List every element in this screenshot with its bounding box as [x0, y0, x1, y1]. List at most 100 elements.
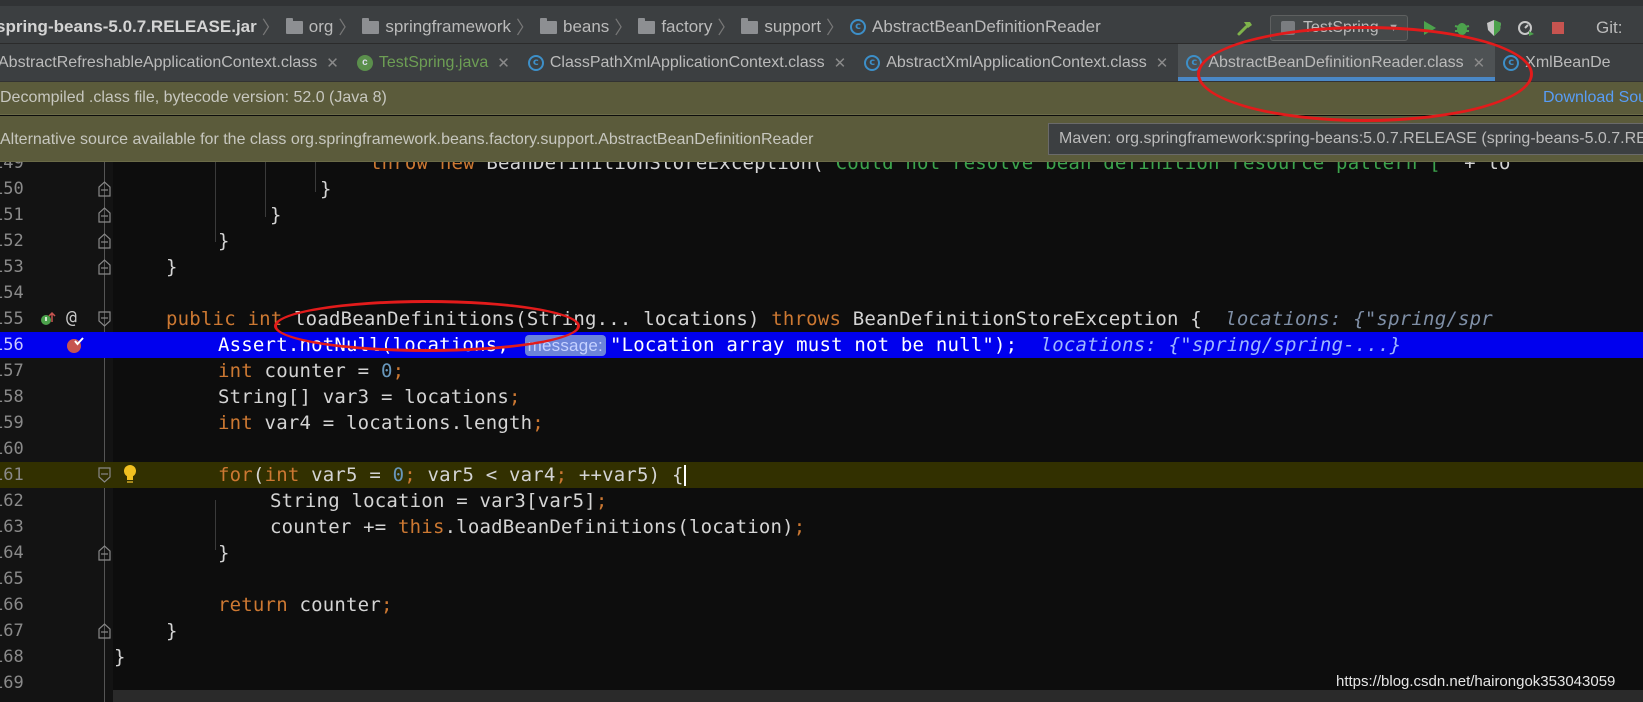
- code-line[interactable]: 160: [0, 436, 1643, 462]
- number-literal: 0: [392, 464, 405, 486]
- fold-marker-icon[interactable]: [98, 467, 111, 483]
- tab-test-spring[interactable]: c TestSpring.java ✕: [349, 44, 520, 81]
- code-line[interactable]: 153 }: [0, 254, 1643, 280]
- code-line[interactable]: 167 }: [0, 618, 1643, 644]
- debug-button[interactable]: [1452, 18, 1472, 38]
- horizontal-scrollbar[interactable]: [113, 690, 1643, 702]
- code-line[interactable]: 159 int var4 = locations.length;: [0, 410, 1643, 436]
- run-config-icon: [1281, 21, 1295, 35]
- semicolon: ;: [380, 594, 393, 616]
- execution-point-line[interactable]: 156 Assert.notNull(locations, message:"L…: [0, 332, 1643, 358]
- close-icon[interactable]: ✕: [834, 54, 847, 72]
- code-editor[interactable]: 149 throw new BeanDefinitionStoreExcepti…: [0, 162, 1643, 702]
- line-number: 150: [0, 179, 24, 199]
- code-line[interactable]: 162 String location = var3[var5];: [0, 488, 1643, 514]
- code-text: }: [320, 178, 332, 200]
- code-line[interactable]: 165: [0, 566, 1643, 592]
- line-number: 152: [0, 231, 24, 251]
- class-icon: c: [864, 54, 881, 71]
- line-number: 149: [0, 162, 24, 173]
- close-icon[interactable]: ✕: [1473, 54, 1486, 72]
- bug-icon: [1454, 23, 1470, 35]
- code-line[interactable]: 164 }: [0, 540, 1643, 566]
- build-hammer-icon[interactable]: [1236, 19, 1254, 37]
- code-text: }: [218, 230, 230, 252]
- git-label: Git:: [1596, 18, 1623, 37]
- code-line[interactable]: 155 @ public int loadBeanDefinitions(Str…: [0, 306, 1643, 332]
- code-text: String[] var3 = locations;: [218, 384, 521, 410]
- code-line[interactable]: 163 counter += this.loadBeanDefinitions(…: [0, 514, 1643, 540]
- profiler-icon: [1518, 21, 1534, 36]
- fold-marker-icon[interactable]: [98, 311, 111, 327]
- stop-icon: [1552, 22, 1564, 34]
- keyword: for: [218, 464, 253, 486]
- fold-marker-icon[interactable]: [98, 259, 111, 275]
- breakpoint-icon[interactable]: [66, 336, 84, 354]
- code-token: .loadBeanDefinitions(location): [444, 516, 794, 538]
- code-text: }: [114, 646, 126, 668]
- breadcrumb-factory[interactable]: factory: [638, 17, 712, 37]
- code-text: public int loadBeanDefinitions(String...…: [166, 306, 1493, 332]
- breadcrumb-class[interactable]: c AbstractBeanDefinitionReader: [850, 17, 1101, 37]
- class-icon: c: [850, 19, 867, 35]
- implements-icon[interactable]: [40, 311, 56, 327]
- keyword: int: [218, 360, 253, 382]
- breadcrumb-jar[interactable]: spring-beans-5.0.7.RELEASE.jar: [0, 17, 257, 37]
- breadcrumb-support[interactable]: support: [741, 17, 821, 37]
- code-text: String location = var3[var5];: [270, 488, 608, 514]
- close-icon[interactable]: ✕: [1156, 54, 1169, 72]
- code-text: }: [166, 620, 178, 642]
- breadcrumb-springframework[interactable]: springframework: [362, 17, 511, 37]
- tab-abstract-xml-application-context[interactable]: c AbstractXmlApplicationContext.class ✕: [856, 44, 1178, 81]
- line-number: 168: [0, 647, 24, 667]
- code-line[interactable]: 151 }: [0, 202, 1643, 228]
- download-sources-link[interactable]: Download Sou: [1543, 89, 1643, 107]
- fold-marker-icon[interactable]: [98, 181, 111, 197]
- current-caret-line[interactable]: 161 for(int var5 = 0; var5 < var4; ++var…: [0, 462, 1643, 488]
- tab-abstract-bean-definition-reader[interactable]: c AbstractBeanDefinitionReader.class ✕: [1178, 44, 1496, 81]
- profile-button[interactable]: [1516, 18, 1536, 38]
- folder-icon: [638, 17, 656, 34]
- fold-marker-icon[interactable]: [98, 623, 111, 639]
- folder-icon: [285, 17, 303, 34]
- fold-marker-icon[interactable]: [98, 545, 111, 561]
- close-icon[interactable]: ✕: [326, 54, 339, 72]
- code-line[interactable]: 157 int counter = 0;: [0, 358, 1643, 384]
- code-line[interactable]: 158 String[] var3 = locations;: [0, 384, 1643, 410]
- tab-abstract-refreshable-application-context[interactable]: AbstractRefreshableApplicationContext.cl…: [0, 44, 349, 81]
- tab-class-path-xml-application-context[interactable]: c ClassPathXmlApplicationContext.class ✕: [520, 44, 856, 81]
- run-toolbar: TestSpring ▼ Git:: [1236, 14, 1622, 42]
- watermark: https://blog.csdn.net/hairongok353043059: [1336, 673, 1616, 690]
- stop-button[interactable]: [1548, 18, 1568, 38]
- fold-marker-icon[interactable]: [98, 233, 111, 249]
- code-line[interactable]: 152 }: [0, 228, 1643, 254]
- code-token: BeanDefinitionStoreException {: [841, 308, 1202, 330]
- code-text: throw new BeanDefinitionStoreException("…: [370, 162, 1511, 176]
- keyword: int: [264, 464, 300, 486]
- code-text: }: [218, 542, 230, 564]
- code-line[interactable]: 166 return counter;: [0, 592, 1643, 618]
- fold-marker-icon[interactable]: [98, 207, 111, 223]
- tab-xml-bean-definition-reader[interactable]: c XmlBeanDe: [1495, 44, 1620, 81]
- breadcrumb-beans[interactable]: beans: [539, 17, 609, 37]
- annotation-at-icon[interactable]: @: [66, 307, 77, 328]
- code-line[interactable]: 149 throw new BeanDefinitionStoreExcepti…: [0, 162, 1643, 176]
- run-button[interactable]: [1420, 18, 1440, 38]
- lightbulb-icon[interactable]: [122, 464, 138, 484]
- run-configuration-select[interactable]: TestSpring ▼: [1270, 15, 1408, 41]
- close-icon[interactable]: ✕: [497, 54, 510, 72]
- code-text: }: [166, 256, 178, 278]
- coverage-button[interactable]: [1484, 18, 1504, 38]
- line-number: 159: [0, 413, 24, 433]
- maven-source-select[interactable]: Maven: org.springframework:spring-beans:…: [1048, 123, 1643, 155]
- code-token: counter: [287, 594, 381, 616]
- code-token: BeanDefinitionStoreException(: [474, 162, 824, 174]
- keyword: int: [218, 412, 253, 434]
- folder-icon: [362, 17, 380, 34]
- code-line[interactable]: 150 }: [0, 176, 1643, 202]
- class-icon: c: [1186, 54, 1203, 71]
- code-line[interactable]: 154: [0, 280, 1643, 306]
- code-line[interactable]: 168 }: [0, 644, 1643, 670]
- breadcrumb-org[interactable]: org: [285, 17, 333, 37]
- folder-icon: [741, 17, 759, 34]
